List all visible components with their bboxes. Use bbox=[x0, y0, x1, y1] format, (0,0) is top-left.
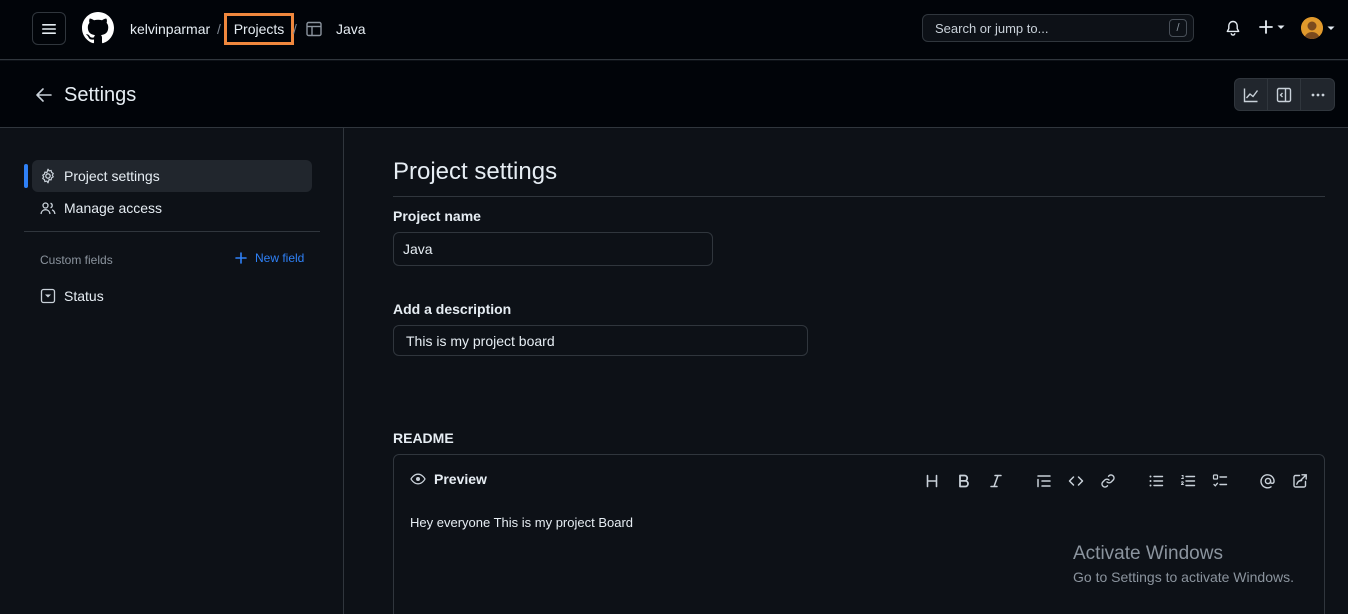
title-divider bbox=[393, 196, 1325, 197]
sidebar-item-manage-access[interactable]: Manage access bbox=[32, 192, 312, 224]
people-icon bbox=[40, 200, 56, 216]
breadcrumb-project-name[interactable]: Java bbox=[336, 20, 366, 38]
link-button[interactable] bbox=[1098, 471, 1118, 491]
view-toolbar bbox=[1234, 78, 1335, 111]
global-header: kelvinparmar / Projects / Java Search or… bbox=[0, 0, 1348, 60]
breadcrumb-projects-label: Projects bbox=[233, 21, 285, 37]
link-icon bbox=[1101, 474, 1115, 488]
hamburger-icon bbox=[42, 23, 56, 34]
breadcrumb-owner[interactable]: kelvinparmar bbox=[130, 20, 210, 38]
quote-button[interactable] bbox=[1034, 471, 1054, 491]
new-field-label: New field bbox=[255, 251, 305, 265]
mention-icon bbox=[1260, 474, 1275, 489]
user-menu-button[interactable] bbox=[1301, 17, 1336, 39]
description-input[interactable] bbox=[393, 325, 808, 356]
bulleted-list-button[interactable] bbox=[1146, 471, 1166, 491]
insights-button[interactable] bbox=[1235, 79, 1268, 110]
windows-activation-watermark-title: Activate Windows bbox=[1073, 543, 1223, 564]
side-panel-button[interactable] bbox=[1268, 79, 1301, 110]
preview-tab[interactable]: Preview bbox=[410, 471, 487, 487]
bold-icon bbox=[959, 474, 969, 488]
kebab-horizontal-icon bbox=[1311, 93, 1324, 96]
new-field-button[interactable]: New field bbox=[235, 251, 304, 265]
more-options-button[interactable] bbox=[1301, 79, 1334, 110]
gear-icon bbox=[40, 168, 56, 184]
list-unordered-icon bbox=[1149, 475, 1164, 487]
reference-button[interactable] bbox=[1290, 471, 1310, 491]
sidebar-expand-icon bbox=[1276, 87, 1292, 102]
sidebar-item-label: Status bbox=[64, 288, 104, 304]
graph-icon bbox=[1243, 88, 1259, 102]
settings-sidebar: Project settings Manage access Custom fi… bbox=[0, 128, 344, 614]
windows-activation-watermark-subtitle: Go to Settings to activate Windows. bbox=[1073, 569, 1294, 585]
list-ordered-icon bbox=[1180, 475, 1196, 487]
avatar bbox=[1301, 17, 1323, 39]
single-select-icon bbox=[40, 288, 56, 304]
caret-down-icon bbox=[1327, 26, 1335, 30]
settings-title: Settings bbox=[64, 84, 137, 106]
breadcrumb-separator: / bbox=[293, 21, 297, 37]
code-icon bbox=[1068, 476, 1084, 486]
plus-icon bbox=[1259, 20, 1273, 34]
tasklist-icon bbox=[1212, 474, 1228, 487]
quote-icon bbox=[1037, 475, 1051, 488]
readme-content[interactable]: Hey everyone This is my project Board bbox=[410, 515, 633, 530]
project-name-input[interactable] bbox=[393, 232, 713, 266]
sidebar-item-label: Manage access bbox=[64, 200, 163, 216]
numbered-list-button[interactable] bbox=[1178, 471, 1198, 491]
search-shortcut-key: / bbox=[1169, 19, 1187, 37]
heading-button[interactable] bbox=[922, 471, 942, 491]
sidebar-item-status-field[interactable]: Status bbox=[32, 280, 312, 312]
create-new-button[interactable] bbox=[1258, 19, 1286, 35]
mention-button[interactable] bbox=[1258, 471, 1278, 491]
italic-icon bbox=[990, 474, 1002, 488]
breadcrumb-separator: / bbox=[217, 21, 221, 37]
settings-header: Settings bbox=[0, 61, 1348, 128]
page-title: Project settings bbox=[393, 158, 558, 185]
search-input[interactable]: Search or jump to... / bbox=[922, 14, 1194, 42]
custom-fields-heading: Custom fields bbox=[40, 253, 113, 267]
cross-reference-icon bbox=[1293, 474, 1307, 488]
bold-button[interactable] bbox=[954, 471, 974, 491]
sidebar-item-project-settings[interactable]: Project settings bbox=[32, 160, 312, 192]
description-label: Add a description bbox=[393, 301, 512, 317]
github-logo-icon[interactable] bbox=[82, 12, 114, 44]
task-list-button[interactable] bbox=[1210, 471, 1230, 491]
caret-down-icon bbox=[1277, 25, 1285, 29]
italic-button[interactable] bbox=[986, 471, 1006, 491]
eye-icon bbox=[410, 473, 426, 485]
search-placeholder: Search or jump to... bbox=[935, 21, 1049, 36]
active-nav-indicator bbox=[24, 164, 28, 188]
notifications-bell-icon[interactable] bbox=[1225, 20, 1243, 38]
sidebar-divider bbox=[24, 231, 320, 232]
hamburger-menu-button[interactable] bbox=[32, 12, 66, 45]
preview-tab-label: Preview bbox=[434, 471, 487, 487]
table-icon bbox=[306, 21, 322, 37]
back-arrow-icon[interactable] bbox=[34, 85, 54, 105]
heading-icon bbox=[926, 474, 938, 488]
readme-editor[interactable]: Preview Hey everyone This is my project … bbox=[393, 454, 1325, 614]
readme-label: README bbox=[393, 430, 454, 446]
project-name-label: Project name bbox=[393, 208, 481, 224]
code-button[interactable] bbox=[1066, 471, 1086, 491]
sidebar-item-label: Project settings bbox=[64, 168, 160, 184]
breadcrumb-projects-link[interactable]: Projects bbox=[224, 13, 294, 45]
plus-icon bbox=[235, 252, 247, 264]
